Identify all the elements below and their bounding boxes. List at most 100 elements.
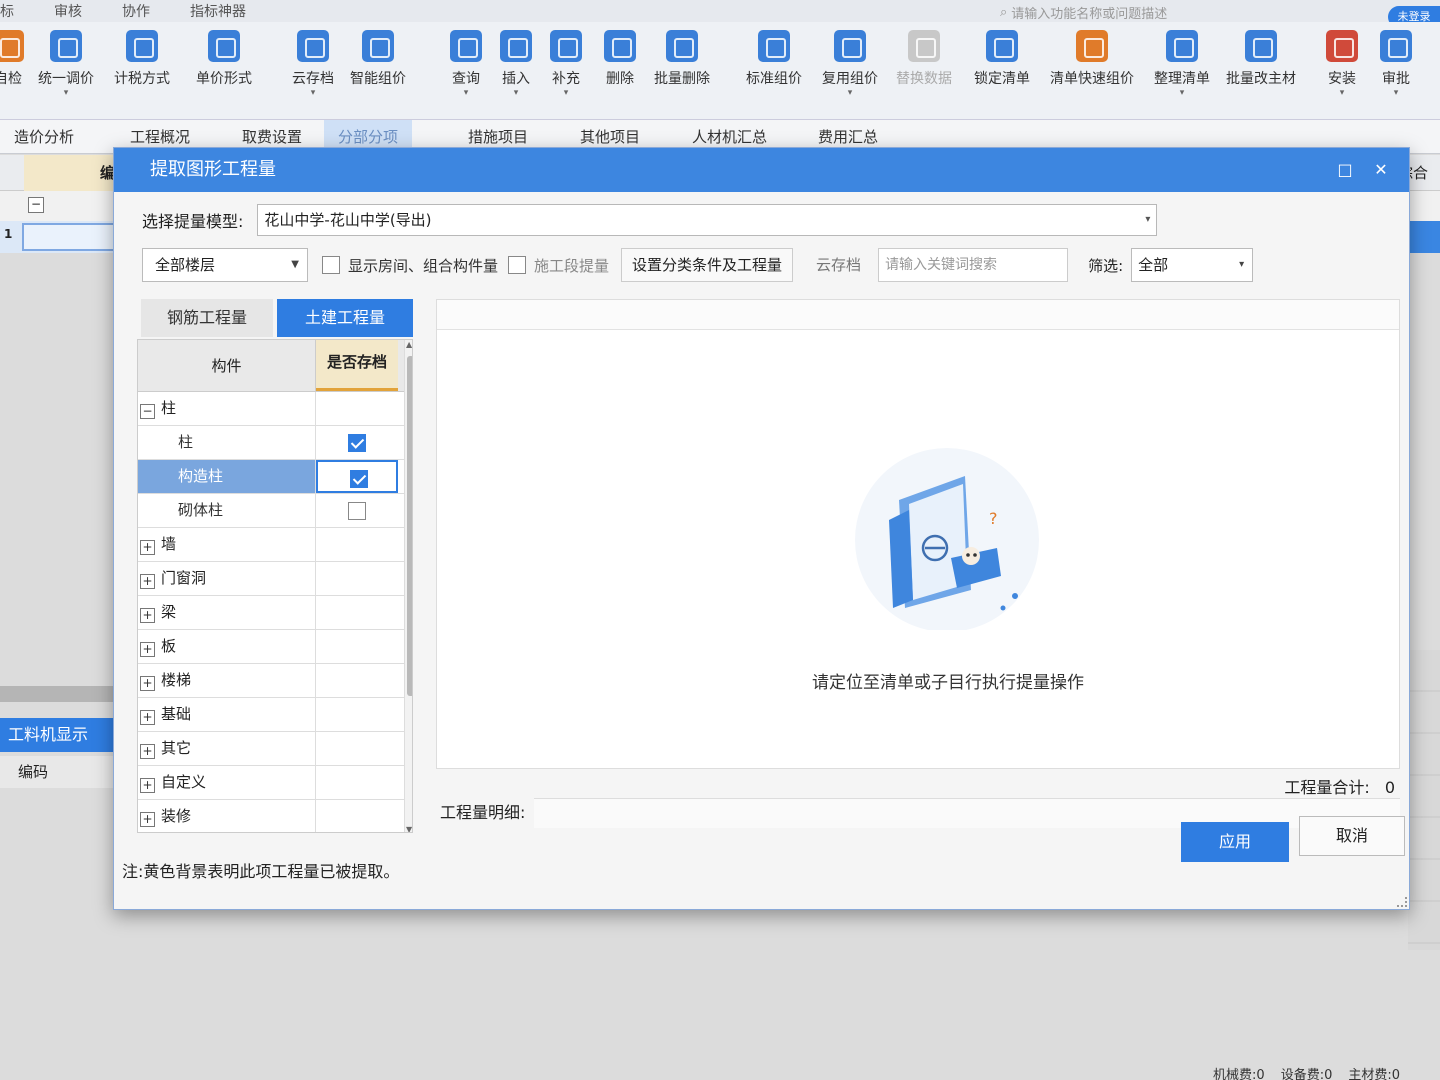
toolbar-button[interactable]: 删除 <box>604 30 636 98</box>
expand-icon[interactable]: + <box>140 744 155 759</box>
tab-item[interactable]: 造价分析 <box>14 126 74 147</box>
tab-item[interactable]: 其他项目 <box>580 126 640 147</box>
scroll-down-icon[interactable]: ▼ <box>406 825 412 832</box>
tree-cell-component[interactable]: + 门窗洞 <box>138 562 316 595</box>
show-rooms-checkbox[interactable] <box>322 256 340 274</box>
tab-item[interactable]: 费用汇总 <box>818 126 878 147</box>
tree-cell-component[interactable]: + 装修 <box>138 800 316 832</box>
tree-cell-component[interactable]: + 其它 <box>138 732 316 765</box>
tree-cell-component[interactable]: + 墙 <box>138 528 316 561</box>
tree-row[interactable]: + 自定义 <box>138 766 412 800</box>
tree-cell-component[interactable]: − 柱 <box>138 392 316 425</box>
toolbar-button[interactable]: 查询 ▾ <box>450 30 482 98</box>
scroll-up-icon[interactable]: ▲ <box>406 340 412 349</box>
tree-row[interactable]: + 墙 <box>138 528 412 562</box>
tree-header-component[interactable]: 构件 <box>138 340 316 391</box>
menu-item[interactable]: 指标神器 <box>190 1 246 21</box>
toolbar-button[interactable]: 复用组价 ▾ <box>822 30 878 98</box>
collapse-icon[interactable]: − <box>140 404 155 419</box>
tab-item[interactable]: 人材机汇总 <box>692 126 767 147</box>
tree-header-archived[interactable]: 是否存档 <box>316 340 398 391</box>
expand-icon[interactable]: + <box>140 642 155 657</box>
toolbar-button[interactable]: 整理清单 ▾ <box>1154 30 1210 98</box>
expand-icon[interactable]: + <box>140 608 155 623</box>
toolbar-button[interactable]: 智能组价 <box>350 30 406 98</box>
bg-splitter[interactable] <box>0 686 120 702</box>
tree-cell-archived <box>316 426 398 459</box>
tree-row[interactable]: + 基础 <box>138 698 412 732</box>
menu-item[interactable]: 标 <box>0 1 14 21</box>
keyword-search-input[interactable]: 请输入关键词搜索 <box>878 248 1069 282</box>
toolbar-button[interactable]: 锁定清单 <box>974 30 1030 98</box>
tree-cell-component[interactable]: + 基础 <box>138 698 316 731</box>
tree-row[interactable]: + 板 <box>138 630 412 664</box>
tab-item[interactable]: 取费设置 <box>242 126 302 147</box>
resize-grip-icon[interactable] <box>1397 897 1407 907</box>
tab-civil-quantity[interactable]: 土建工程量 <box>277 299 413 337</box>
tree-row[interactable]: − 柱 <box>138 392 412 426</box>
menu-item[interactable]: 审核 <box>54 1 82 21</box>
tree-scrollbar[interactable]: ▲ ▼ <box>404 340 412 832</box>
expand-icon[interactable]: + <box>140 676 155 691</box>
tree-row[interactable]: 构造柱 <box>138 460 412 494</box>
archived-checkbox[interactable] <box>350 470 368 488</box>
expand-icon[interactable]: + <box>140 710 155 725</box>
expand-icon[interactable]: + <box>140 778 155 793</box>
chevron-down-icon: ▾ <box>463 88 469 98</box>
archived-checkbox[interactable] <box>348 502 366 520</box>
apply-button[interactable]: 应用 <box>1181 822 1289 862</box>
floor-select[interactable]: 全部楼层 ▼ <box>142 248 308 282</box>
toolbar-button[interactable]: 替换数据 <box>896 30 952 98</box>
model-select[interactable]: 花山中学-花山中学(导出) ▾ <box>257 204 1158 236</box>
toolbar-button-label: 自检 <box>0 71 22 87</box>
tree-row[interactable]: + 门窗洞 <box>138 562 412 596</box>
tree-cell-component[interactable]: 构造柱 <box>138 460 316 493</box>
toolbar-button[interactable]: 插入 ▾ <box>500 30 532 98</box>
tab-item[interactable]: 措施项目 <box>468 126 528 147</box>
tree-row[interactable]: + 梁 <box>138 596 412 630</box>
toolbar-button[interactable]: 标准组价 <box>746 30 802 98</box>
toolbar-button[interactable]: 批量删除 <box>654 30 710 98</box>
construction-stage-checkbox[interactable] <box>508 256 527 274</box>
collapse-icon[interactable]: − <box>28 197 44 213</box>
toolbar-icon <box>1166 30 1198 62</box>
gongliao-tab[interactable]: 工料机显示 <box>0 718 114 752</box>
tree-cell-component[interactable]: 砌体柱 <box>138 494 316 527</box>
expand-icon[interactable]: + <box>140 812 155 827</box>
set-condition-button[interactable]: 设置分类条件及工程量 <box>621 248 794 282</box>
screen-select[interactable]: 全部 ▾ <box>1131 248 1254 282</box>
expand-icon[interactable]: + <box>140 574 155 589</box>
toolbar-button[interactable]: 自检 <box>0 30 24 98</box>
scrollbar-thumb[interactable] <box>407 356 412 696</box>
tab-rebar-quantity[interactable]: 钢筋工程量 <box>141 299 273 337</box>
toolbar-button[interactable]: 计税方式 <box>114 30 170 98</box>
menu-item[interactable]: 协作 <box>122 1 150 21</box>
toolbar-button[interactable]: 审批 ▾ <box>1380 30 1412 98</box>
tree-cell-component[interactable]: + 梁 <box>138 596 316 629</box>
expand-icon[interactable]: + <box>140 540 155 555</box>
toolbar-button[interactable]: 补充 ▾ <box>550 30 582 98</box>
toolbar-button[interactable]: 云存档 ▾ <box>292 30 334 98</box>
toolbar-button[interactable]: 安装 ▾ <box>1326 30 1358 98</box>
toolbar-button[interactable]: 单价形式 <box>196 30 252 98</box>
maximize-icon[interactable]: □ <box>1327 148 1363 192</box>
archived-checkbox[interactable] <box>348 434 366 452</box>
tree-row[interactable]: 砌体柱 <box>138 494 412 528</box>
tree-row[interactable]: + 其它 <box>138 732 412 766</box>
tree-cell-component[interactable]: + 楼梯 <box>138 664 316 697</box>
tree-cell-component[interactable]: + 板 <box>138 630 316 663</box>
cloud-archive-button[interactable]: 云存档 <box>805 248 872 282</box>
tree-cell-component[interactable]: 柱 <box>138 426 316 459</box>
tree-row[interactable]: + 楼梯 <box>138 664 412 698</box>
toolbar-button-label: 审批 <box>1382 71 1410 87</box>
cancel-button[interactable]: 取消 <box>1299 816 1405 856</box>
global-search[interactable]: ⌕ 请输入功能名称或问题描述 <box>1000 2 1270 22</box>
close-icon[interactable]: ✕ <box>1363 148 1399 192</box>
toolbar-button[interactable]: 清单快速组价 <box>1050 30 1134 98</box>
tab-item[interactable]: 工程概况 <box>130 126 190 147</box>
toolbar-button[interactable]: 统一调价 ▾ <box>38 30 94 98</box>
tree-row[interactable]: 柱 <box>138 426 412 460</box>
toolbar-button[interactable]: 批量改主材 <box>1226 30 1296 98</box>
tree-cell-component[interactable]: + 自定义 <box>138 766 316 799</box>
tree-row[interactable]: + 装修 <box>138 800 412 832</box>
